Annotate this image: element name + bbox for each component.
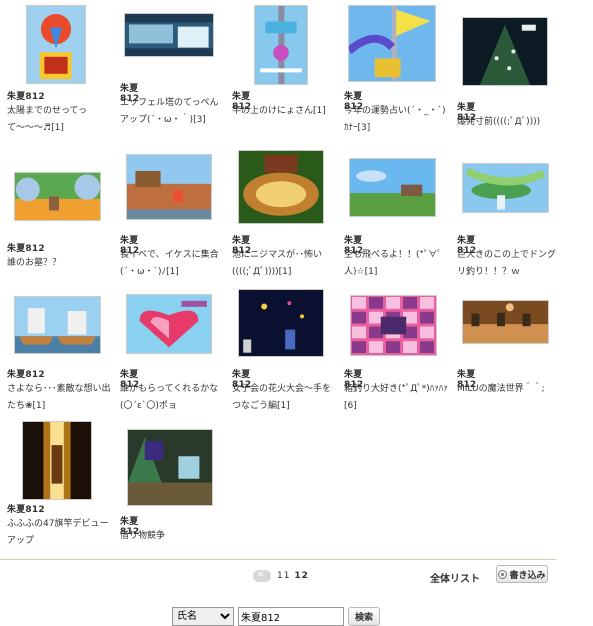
post-title-text: 池にニジマスが･･怖い((((;ﾟДﾟ)))) <box>232 250 323 277</box>
post-title[interactable]: 長イベで、イケスに集合(´・ω・`)ﾉ[1] <box>120 247 224 281</box>
post-thumbnail[interactable] <box>348 5 436 82</box>
comment-count: [1] <box>51 123 64 133</box>
page-numbers: 11 12 <box>277 571 309 581</box>
comment-count: [3] <box>357 123 371 133</box>
post-thumbnail[interactable] <box>238 289 324 357</box>
post-title-text: 竿の上のけにょさん <box>232 106 314 116</box>
post-thumbnail[interactable] <box>124 13 214 57</box>
comment-count: [3] <box>193 115 206 125</box>
search-input[interactable] <box>238 607 344 626</box>
post-title[interactable]: 女子会の花火大会〜手をつなごう編[1] <box>232 381 336 415</box>
post-title-text: ふふふの47旗竿デビューアップ <box>7 519 109 546</box>
post-thumbnail[interactable] <box>126 294 212 354</box>
post-title-text: 爆発寸前((((;ﾟДﾟ)))) <box>457 117 541 127</box>
comment-count: [6] <box>344 401 357 411</box>
search-field-select[interactable]: 氏名 <box>172 607 234 626</box>
search-bar: 氏名 検索 <box>172 607 380 626</box>
post-thumbnail[interactable] <box>349 158 436 217</box>
post-title[interactable]: エッフェル塔のてっぺんアップ(´・ω・｀)[3] <box>120 95 224 129</box>
post-title-text: さよなら･･･素敵な想い出たち❀ <box>7 384 111 411</box>
current-page: 12 <box>294 571 309 581</box>
comment-count: [1] <box>166 267 179 277</box>
post-author[interactable]: 朱夏812 <box>7 89 45 102</box>
post-thumbnail[interactable] <box>238 150 324 224</box>
comment-count: [1] <box>278 267 292 277</box>
post-title-text: 箱釣り大好き(*ﾟДﾟ*)ﾊｧﾊｧ <box>344 384 448 394</box>
post-title[interactable]: 太陽までのせってって〜〜〜♬[1] <box>7 103 111 137</box>
post-thumbnail[interactable] <box>14 296 101 354</box>
list-all-link[interactable]: 全体リスト <box>430 570 480 585</box>
post-title-text: 太陽までのせってって〜〜〜♬ <box>7 106 88 133</box>
comment-count: [1] <box>32 401 46 411</box>
post-title[interactable]: 今年の運勢占い(´・_・`)ｶﾅｰ[3] <box>344 103 448 137</box>
post-title[interactable]: 誰のお墓？？ <box>7 255 111 272</box>
pagination: 11 12 <box>253 567 309 584</box>
post-title[interactable]: MILUの魔法世界＾＾; <box>457 381 561 398</box>
post-title[interactable]: 箱釣り大好き(*ﾟДﾟ*)ﾊｧﾊｧ [6] <box>344 381 448 415</box>
comment-count: [1] <box>313 106 326 116</box>
post-title-text: 巨大きのこの上でドングリ釣り！！？ｗ <box>457 250 557 277</box>
post-title[interactable]: さよなら･･･素敵な想い出たち❀[1] <box>7 381 111 415</box>
post-thumbnail[interactable] <box>126 154 212 220</box>
post-thumbnail[interactable] <box>14 172 101 221</box>
post-thumbnail[interactable] <box>462 17 548 86</box>
search-button[interactable]: 検索 <box>348 607 380 626</box>
post-title[interactable]: 空も飛べるよ！！(*ﾟ∀ﾟ人)☆[1] <box>344 247 448 281</box>
write-button[interactable]: 書き込み <box>496 565 548 583</box>
post-title-text: 誰のお墓？？ <box>7 258 62 268</box>
post-thumbnail[interactable] <box>462 163 549 213</box>
post-thumbnail[interactable] <box>26 5 86 84</box>
comment-count: [1] <box>277 401 290 411</box>
post-author[interactable]: 朱夏812 <box>7 241 45 254</box>
divider <box>0 559 556 560</box>
post-thumbnail[interactable] <box>127 429 213 506</box>
post-author[interactable]: 朱夏812 <box>7 367 45 380</box>
post-title[interactable]: 竿の上のけにょさん[1] <box>232 103 336 120</box>
post-thumbnail[interactable] <box>462 300 549 344</box>
post-thumbnail[interactable] <box>22 421 92 500</box>
prev-page-icon[interactable] <box>253 567 271 582</box>
post-thumbnail[interactable] <box>350 295 437 356</box>
post-title[interactable]: 池にニジマスが･･怖い((((;ﾟДﾟ))))[1] <box>232 247 336 281</box>
post-author[interactable]: 朱夏812 <box>7 502 45 515</box>
comment-count: [1] <box>364 267 378 277</box>
post-title[interactable]: 誰がもらってくれるかな(〇´ε`〇)ポョ <box>120 381 224 415</box>
post-thumbnail[interactable] <box>254 5 308 85</box>
post-title-text: 誰がもらってくれるかな(〇´ε`〇)ポョ <box>120 384 219 411</box>
post-title[interactable]: 爆発寸前((((;ﾟДﾟ)))) <box>457 114 561 131</box>
post-title-text: 借り物競争 <box>120 531 166 541</box>
post-title-text: 空も飛べるよ！！(*ﾟ∀ﾟ人)☆ <box>344 250 442 277</box>
page-link[interactable]: 11 <box>277 571 290 581</box>
write-label: 書き込み <box>509 570 546 581</box>
write-icon <box>498 569 508 579</box>
post-title[interactable]: 巨大きのこの上でドングリ釣り！！？ｗ <box>457 247 561 281</box>
post-title[interactable]: ふふふの47旗竿デビューアップ <box>7 516 111 550</box>
post-title-text: MILUの魔法世界＾＾; <box>457 384 545 394</box>
post-title[interactable]: 借り物競争 <box>120 528 224 545</box>
